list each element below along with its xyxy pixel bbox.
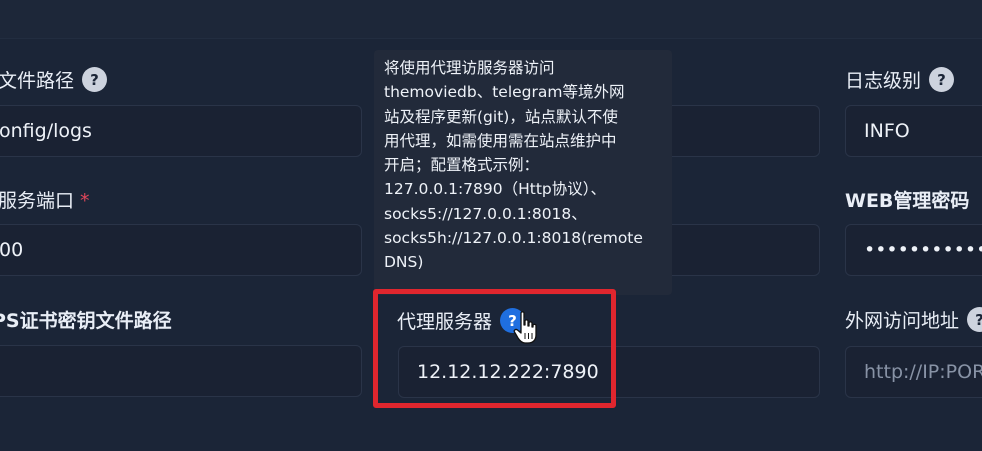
- ssl-key-path-input[interactable]: [0, 345, 362, 397]
- tooltip-line: socks5://127.0.0.1:8018、: [384, 204, 587, 223]
- tooltip-line: themoviedb、telegram等境外网: [384, 83, 625, 102]
- ssl-key-path-label: PS证书密钥文件路径: [0, 310, 172, 332]
- web-password-label: WEB管理密码: [845, 190, 970, 212]
- log-path-input[interactable]: onfig/logs: [0, 105, 362, 157]
- log-path-help-icon[interactable]: ?: [82, 67, 108, 92]
- port-label: 服务端口 *: [0, 190, 90, 212]
- tooltip-line: 将使用代理访服务器访问: [384, 59, 555, 77]
- tooltip-line: DNS): [384, 253, 424, 272]
- tooltip-line: 127.0.0.1:7890（Http协议）、: [384, 180, 607, 199]
- log-level-help-icon[interactable]: ?: [929, 67, 955, 92]
- web-password-value: ••••••••••••: [864, 239, 982, 261]
- external-url-placeholder: http://IP:POR: [864, 361, 982, 383]
- highlight-box: [373, 289, 616, 408]
- port-value: 00: [0, 239, 24, 261]
- log-path-value: onfig/logs: [0, 120, 92, 142]
- log-level-label: 日志级别?: [845, 66, 955, 94]
- external-url-help-icon[interactable]: ?: [967, 307, 982, 332]
- tooltip-line: 开启；配置格式示例：: [384, 156, 540, 175]
- proxy-help-tooltip: 将使用代理访服务器访问 themoviedb、telegram等境外网 站及程序…: [374, 50, 672, 295]
- log-level-value: INFO: [864, 120, 910, 142]
- tooltip-line: 站及程序更新(git)，站点默认不使: [384, 107, 618, 126]
- port-input[interactable]: 00: [0, 224, 362, 276]
- tooltip-line: 用代理，如需使用需在站点维护中: [384, 131, 617, 150]
- hand-pointer-icon: [513, 311, 537, 344]
- external-url-label: 外网访问地址?: [845, 306, 982, 334]
- log-level-select[interactable]: INFO: [845, 105, 982, 157]
- required-mark: *: [80, 190, 90, 212]
- top-bar: [0, 0, 982, 39]
- external-url-input[interactable]: http://IP:POR: [845, 346, 982, 398]
- tooltip-line: socks5h://127.0.0.1:8018(remote: [384, 229, 643, 248]
- web-password-input[interactable]: ••••••••••••: [845, 224, 982, 276]
- log-path-label: 文件路径?: [0, 66, 108, 94]
